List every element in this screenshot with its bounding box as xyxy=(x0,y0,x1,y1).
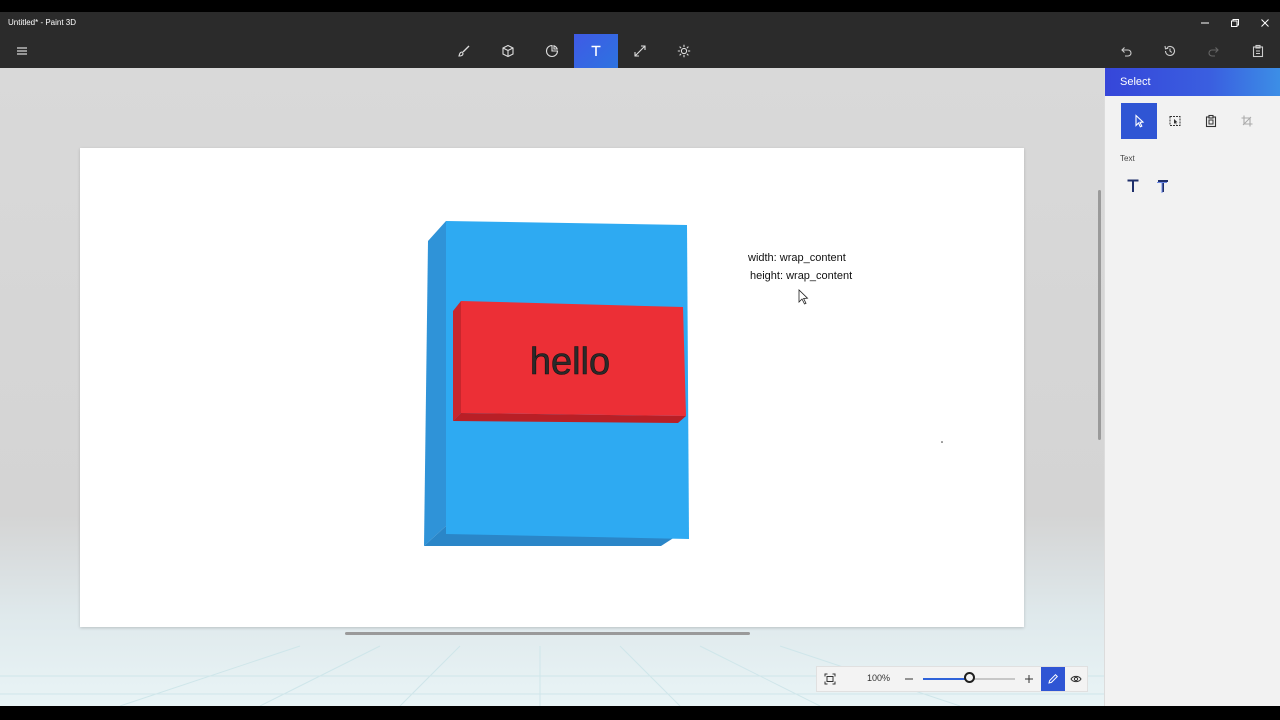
menu-icon xyxy=(17,47,27,55)
sun-icon xyxy=(677,44,691,58)
zoom-bar: 100% xyxy=(816,666,1088,692)
workspace: hello width: wrap_content height: wrap_c… xyxy=(0,68,1104,706)
paste-object-icon xyxy=(1205,114,1217,128)
fit-screen-icon xyxy=(824,673,836,685)
vertical-scrollbar[interactable] xyxy=(1098,190,1101,440)
eye-icon xyxy=(1070,675,1082,683)
brush-icon xyxy=(458,45,470,57)
horizontal-scrollbar[interactable] xyxy=(345,632,750,635)
select-region-button[interactable] xyxy=(1157,103,1193,139)
paste-icon xyxy=(1252,44,1264,58)
title-bar: Untitled* - Paint 3D xyxy=(0,12,1280,34)
resize-icon xyxy=(634,45,646,57)
2d-text-button[interactable] xyxy=(1121,174,1145,198)
3d-shapes-tool-button[interactable] xyxy=(486,34,530,68)
crop-icon xyxy=(1241,115,1253,127)
effects-tool-button[interactable] xyxy=(618,34,662,68)
redo-icon xyxy=(1208,47,1219,57)
red-3d-box[interactable]: hello xyxy=(453,301,686,423)
history-icon xyxy=(1164,45,1176,56)
zoom-slider-thumb[interactable] xyxy=(963,672,975,683)
paste-button[interactable] xyxy=(1236,34,1280,68)
cube-icon xyxy=(502,44,514,58)
select-region-icon xyxy=(1169,116,1181,126)
restore-button[interactable] xyxy=(1220,12,1250,34)
text-2d-icon xyxy=(1127,179,1139,192)
undo-icon xyxy=(1121,47,1132,57)
canvas-tool-button[interactable] xyxy=(662,34,706,68)
3d-text-button[interactable] xyxy=(1151,174,1175,198)
stray-dot xyxy=(941,441,943,443)
close-icon xyxy=(1261,19,1269,27)
text-section-label: Text xyxy=(1120,154,1135,163)
plus-icon xyxy=(1025,675,1033,683)
redo-button[interactable] xyxy=(1192,34,1236,68)
text-tool-button[interactable] xyxy=(574,34,618,68)
zoom-out-button[interactable] xyxy=(901,667,917,691)
view-mode-button[interactable] xyxy=(1065,667,1087,691)
annotation-width[interactable]: width: wrap_content xyxy=(748,252,846,264)
annotation-height[interactable]: height: wrap_content xyxy=(750,270,852,282)
zoom-slider[interactable] xyxy=(923,672,1015,683)
brushes-tool-button[interactable] xyxy=(442,34,486,68)
pencil-icon xyxy=(1048,673,1059,684)
panel-title: Select xyxy=(1120,76,1151,88)
fit-to-window-button[interactable] xyxy=(817,667,843,691)
edit-mode-button[interactable] xyxy=(1041,667,1065,691)
history-button[interactable] xyxy=(1148,34,1192,68)
bottom-edge xyxy=(0,706,1280,720)
menu-button[interactable] xyxy=(0,34,44,68)
restore-icon xyxy=(1231,19,1239,27)
paste-object-button[interactable] xyxy=(1193,103,1229,139)
drawing-canvas[interactable]: hello width: wrap_content height: wrap_c… xyxy=(80,148,1024,627)
zoom-slider-fill xyxy=(923,678,969,680)
main-toolbar xyxy=(0,34,1280,68)
crop-button[interactable] xyxy=(1229,103,1265,139)
text-t-icon xyxy=(591,45,601,56)
mouse-cursor-icon xyxy=(798,289,809,305)
close-button[interactable] xyxy=(1250,12,1280,34)
select-panel: Select Text xyxy=(1104,68,1280,706)
minimize-button[interactable] xyxy=(1190,12,1220,34)
window-title: Untitled* - Paint 3D xyxy=(8,18,77,27)
minimize-icon xyxy=(1201,22,1209,24)
sticker-icon xyxy=(545,44,559,58)
text-3d-icon xyxy=(1157,180,1168,193)
canvas-scene: hello xyxy=(424,221,943,546)
minus-icon xyxy=(905,678,913,680)
panel-header: Select xyxy=(1105,68,1280,96)
paint3d-window: Untitled* - Paint 3D hello width: wrap_c… xyxy=(0,0,1280,720)
zoom-in-button[interactable] xyxy=(1021,667,1037,691)
zoom-percentage: 100% xyxy=(867,673,891,683)
select-cursor-button[interactable] xyxy=(1121,103,1157,139)
undo-button[interactable] xyxy=(1104,34,1148,68)
cursor-icon xyxy=(1135,114,1145,128)
hello-3d-text[interactable]: hello xyxy=(530,341,611,384)
stickers-tool-button[interactable] xyxy=(530,34,574,68)
